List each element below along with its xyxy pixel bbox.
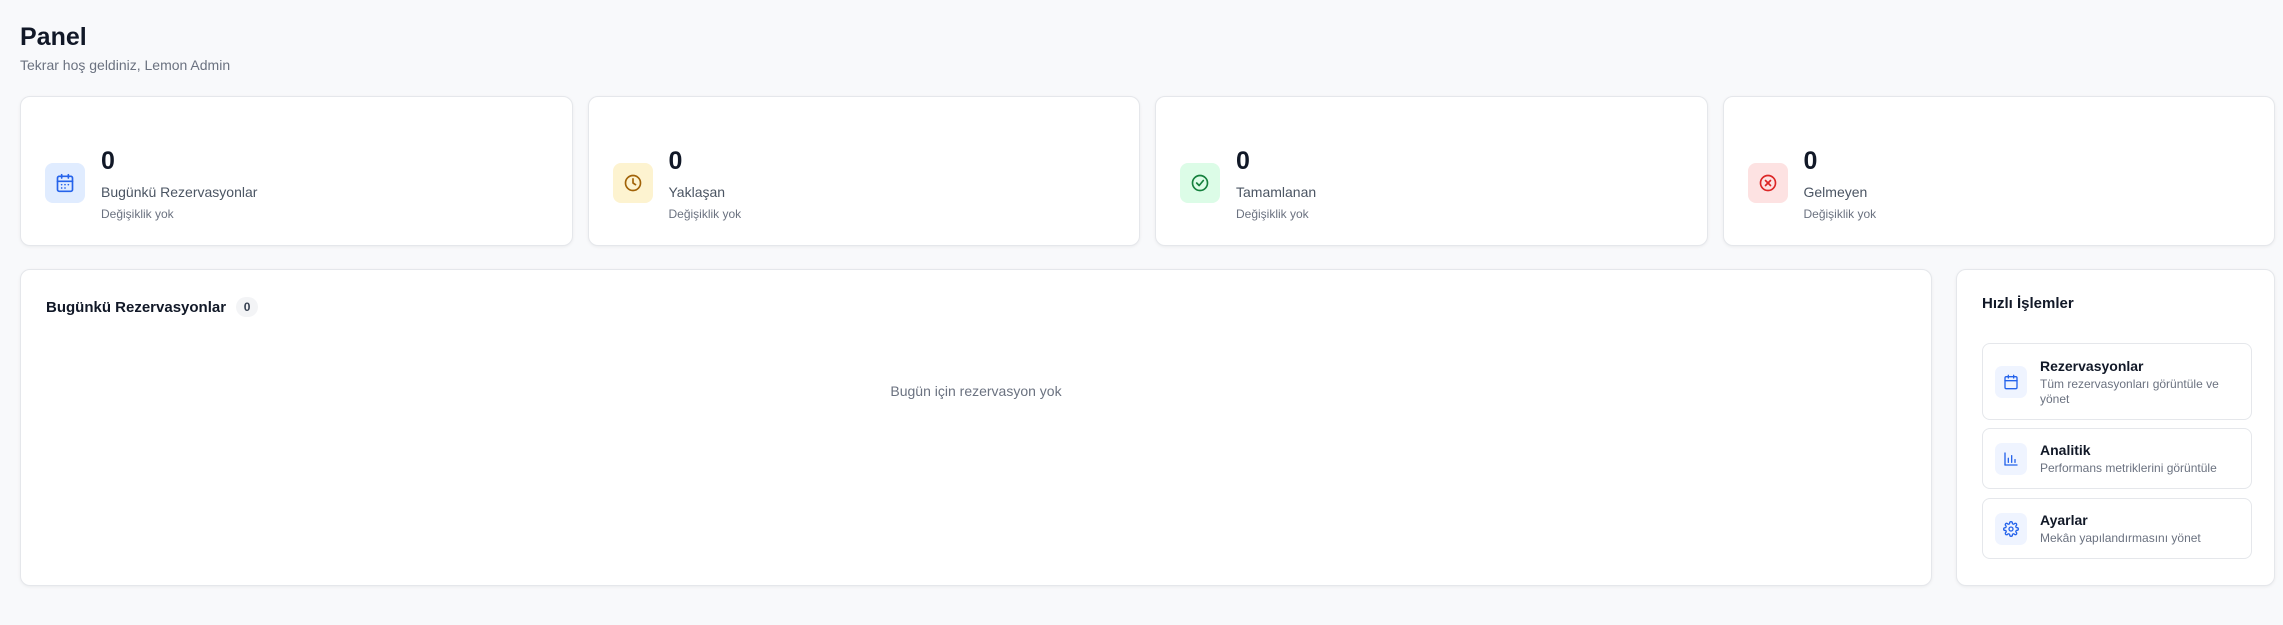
quick-action-desc: Tüm rezervasyonları görüntüle ve yönet: [2040, 377, 2219, 406]
x-circle-icon: [1747, 163, 1788, 203]
panel-title: Bugünkü Rezervasyonlar 0: [46, 297, 259, 317]
reservation-count-badge: 0: [236, 297, 259, 317]
welcome-message: Tekrar hoş geldiniz, Lemon Admin: [20, 57, 231, 73]
bar-chart-icon: [1995, 443, 2027, 475]
calendar-icon: [45, 163, 85, 203]
quick-action-analytics[interactable]: Analitik Performans metriklerini görüntü…: [1982, 428, 2252, 489]
check-circle-icon: [1180, 163, 1220, 203]
quick-action-desc: Performans metriklerini görüntüle: [2040, 461, 2217, 475]
clock-icon: [612, 163, 653, 203]
stat-card-completed: 0 Tamamlanan Değişiklik yok: [1155, 96, 1708, 246]
quick-action-title: Analitik: [2040, 442, 2091, 458]
stat-label: Yaklaşan: [668, 184, 726, 200]
page-title: Panel: [20, 23, 87, 51]
stat-change: Değişiklik yok: [1236, 207, 1309, 221]
stats-row: 0 Bugünkü Rezervasyonlar Değişiklik yok …: [20, 96, 2275, 246]
stat-value: 0: [101, 147, 115, 175]
stat-change: Değişiklik yok: [668, 207, 742, 221]
stat-value: 0: [1803, 147, 1818, 175]
panel-title-text: Bugünkü Rezervasyonlar: [46, 298, 227, 316]
quick-action-settings[interactable]: Ayarlar Mekân yapılandırmasını yönet: [1982, 498, 2252, 559]
stat-card-upcoming: 0 Yaklaşan Değişiklik yok: [587, 96, 1140, 246]
stat-change: Değişiklik yok: [101, 207, 174, 221]
stat-value: 0: [668, 147, 683, 175]
stat-value: 0: [1236, 147, 1250, 175]
stat-card-today-reservations: 0 Bugünkü Rezervasyonlar Değişiklik yok: [20, 96, 573, 246]
quick-action-title: Rezervasyonlar: [2040, 358, 2144, 374]
gear-icon: [1995, 513, 2027, 545]
quick-action-title: Ayarlar: [2040, 512, 2088, 528]
quick-actions-title: Hızlı İşlemler: [1982, 295, 2074, 312]
quick-actions-panel: Hızlı İşlemler Rezervasyonlar Tüm rezerv…: [1956, 269, 2275, 586]
quick-action-reservations[interactable]: Rezervasyonlar Tüm rezervasyonları görün…: [1982, 343, 2252, 420]
quick-action-desc: Mekân yapılandırmasını yönet: [2040, 531, 2201, 545]
stat-card-no-show: 0 Gelmeyen Değişiklik yok: [1722, 96, 2275, 246]
page-header: Panel Tekrar hoş geldiniz, Lemon Admin: [20, 22, 230, 73]
stat-label: Bugünkü Rezervasyonlar: [101, 184, 258, 200]
stat-label: Tamamlanan: [1236, 184, 1317, 200]
stat-change: Değişiklik yok: [1803, 207, 1877, 221]
calendar-icon: [1995, 366, 2027, 398]
stat-label: Gelmeyen: [1803, 184, 1868, 200]
today-reservations-panel: Bugünkü Rezervasyonlar 0 Bugün için reze…: [20, 269, 1932, 586]
empty-state-message: Bugün için rezervasyon yok: [890, 383, 1062, 399]
